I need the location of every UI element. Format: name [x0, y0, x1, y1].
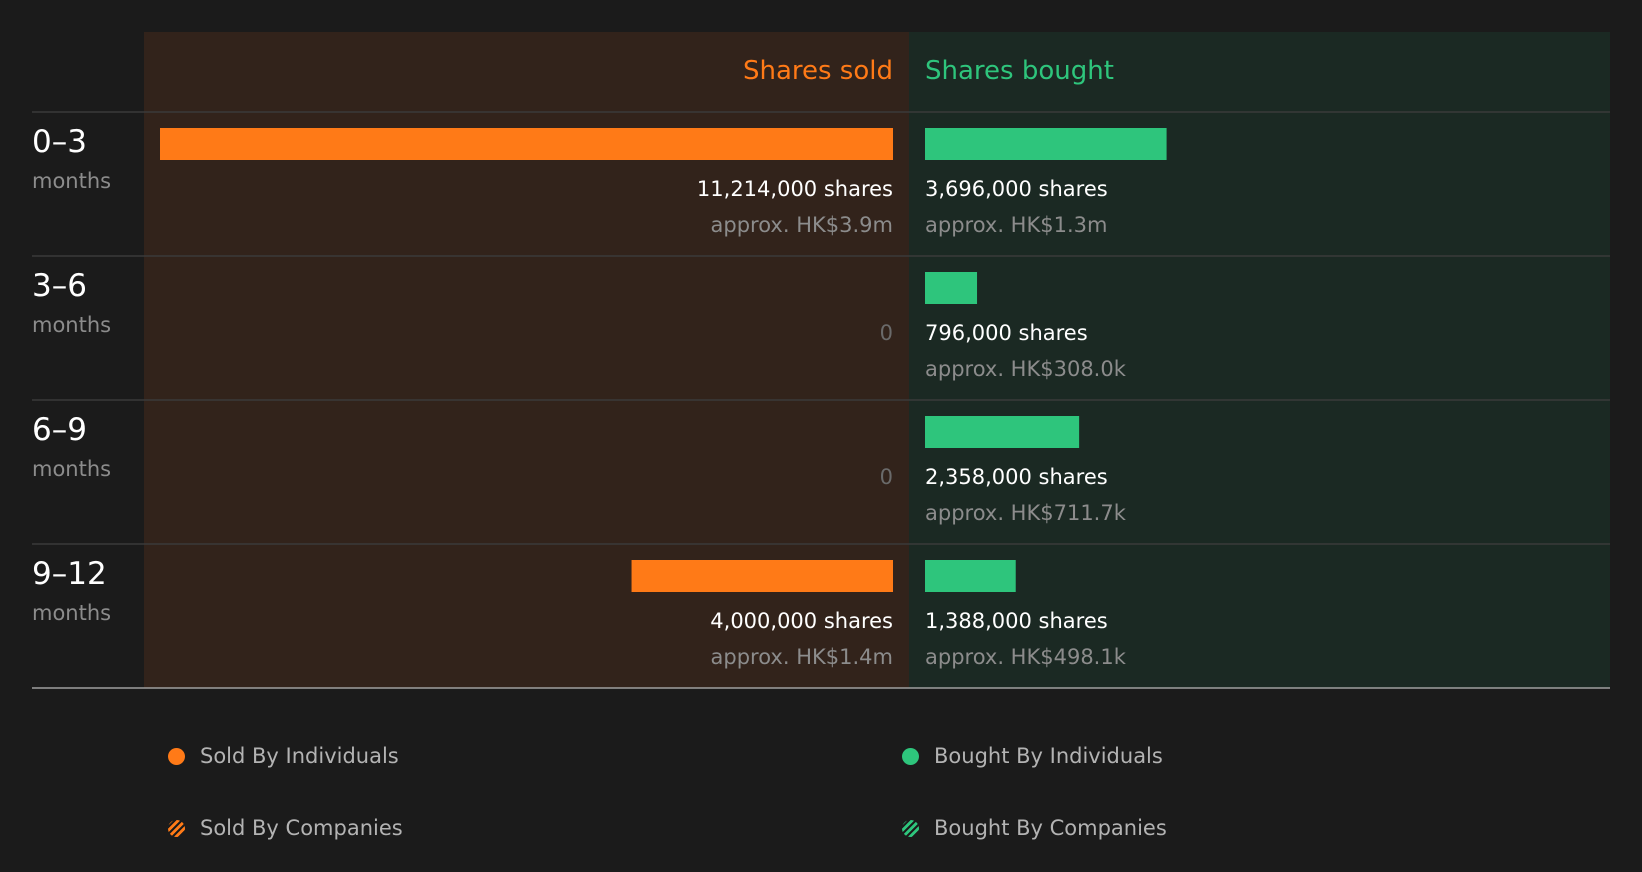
- bought-shares-label: 2,358,000 shares: [925, 465, 1108, 489]
- bought-shares-label: 796,000 shares: [925, 321, 1088, 345]
- sold-bar: [160, 128, 893, 160]
- bought-header: Shares bought: [925, 56, 1114, 86]
- sold-value-label: approx. HK$1.4m: [711, 645, 893, 669]
- bought-bar: [925, 416, 1080, 448]
- bought-bar: [925, 272, 978, 304]
- bought-individuals-dot-icon: [902, 747, 919, 765]
- legend-sold-companies[interactable]: Sold By Companies: [168, 816, 403, 840]
- sold-shares-label: 4,000,000 shares: [710, 609, 893, 633]
- legend-bought-individuals[interactable]: Bought By Individuals: [902, 744, 1163, 768]
- sold-individuals-dot-icon: [168, 747, 185, 765]
- sold-zero-label: 0: [880, 465, 893, 489]
- bought-value-label: approx. HK$308.0k: [925, 357, 1127, 381]
- insider-trading-chart: Shares sold Shares bought 0–3 months 11,214,…: [32, 32, 1610, 689]
- period-unit-label: months: [32, 457, 111, 481]
- period-unit-label: months: [32, 169, 111, 193]
- legend-sold-individuals[interactable]: Sold By Individuals: [168, 744, 399, 768]
- period-unit-label: months: [32, 601, 111, 625]
- sold-bar: [631, 560, 893, 592]
- bought-companies-hatched-dot-icon: [902, 819, 919, 837]
- sold-value-label: approx. HK$3.9m: [711, 213, 893, 237]
- bought-value-label: approx. HK$498.1k: [925, 645, 1127, 669]
- bought-value-label: approx. HK$1.3m: [925, 213, 1107, 237]
- bought-shares-label: 3,696,000 shares: [925, 177, 1108, 201]
- bought-shares-label: 1,388,000 shares: [925, 609, 1108, 633]
- period-unit-label: months: [32, 313, 111, 337]
- legend-label: Sold By Individuals: [200, 744, 399, 768]
- bought-bar: [925, 128, 1167, 160]
- legend-label: Bought By Companies: [934, 816, 1167, 840]
- period-label: 6–9: [32, 412, 87, 448]
- bought-value-label: approx. HK$711.7k: [925, 501, 1127, 525]
- legend-bought-companies[interactable]: Bought By Companies: [902, 816, 1167, 840]
- sold-zero-label: 0: [880, 321, 893, 345]
- legend-label: Bought By Individuals: [934, 744, 1163, 768]
- period-label: 3–6: [32, 268, 87, 304]
- legend-label: Sold By Companies: [200, 816, 403, 840]
- sold-shares-label: 11,214,000 shares: [697, 177, 893, 201]
- period-label: 0–3: [32, 124, 87, 160]
- sold-header: Shares sold: [743, 56, 893, 86]
- sold-companies-hatched-dot-icon: [168, 819, 185, 837]
- period-label: 9–12: [32, 556, 107, 592]
- bought-bar: [925, 560, 1016, 592]
